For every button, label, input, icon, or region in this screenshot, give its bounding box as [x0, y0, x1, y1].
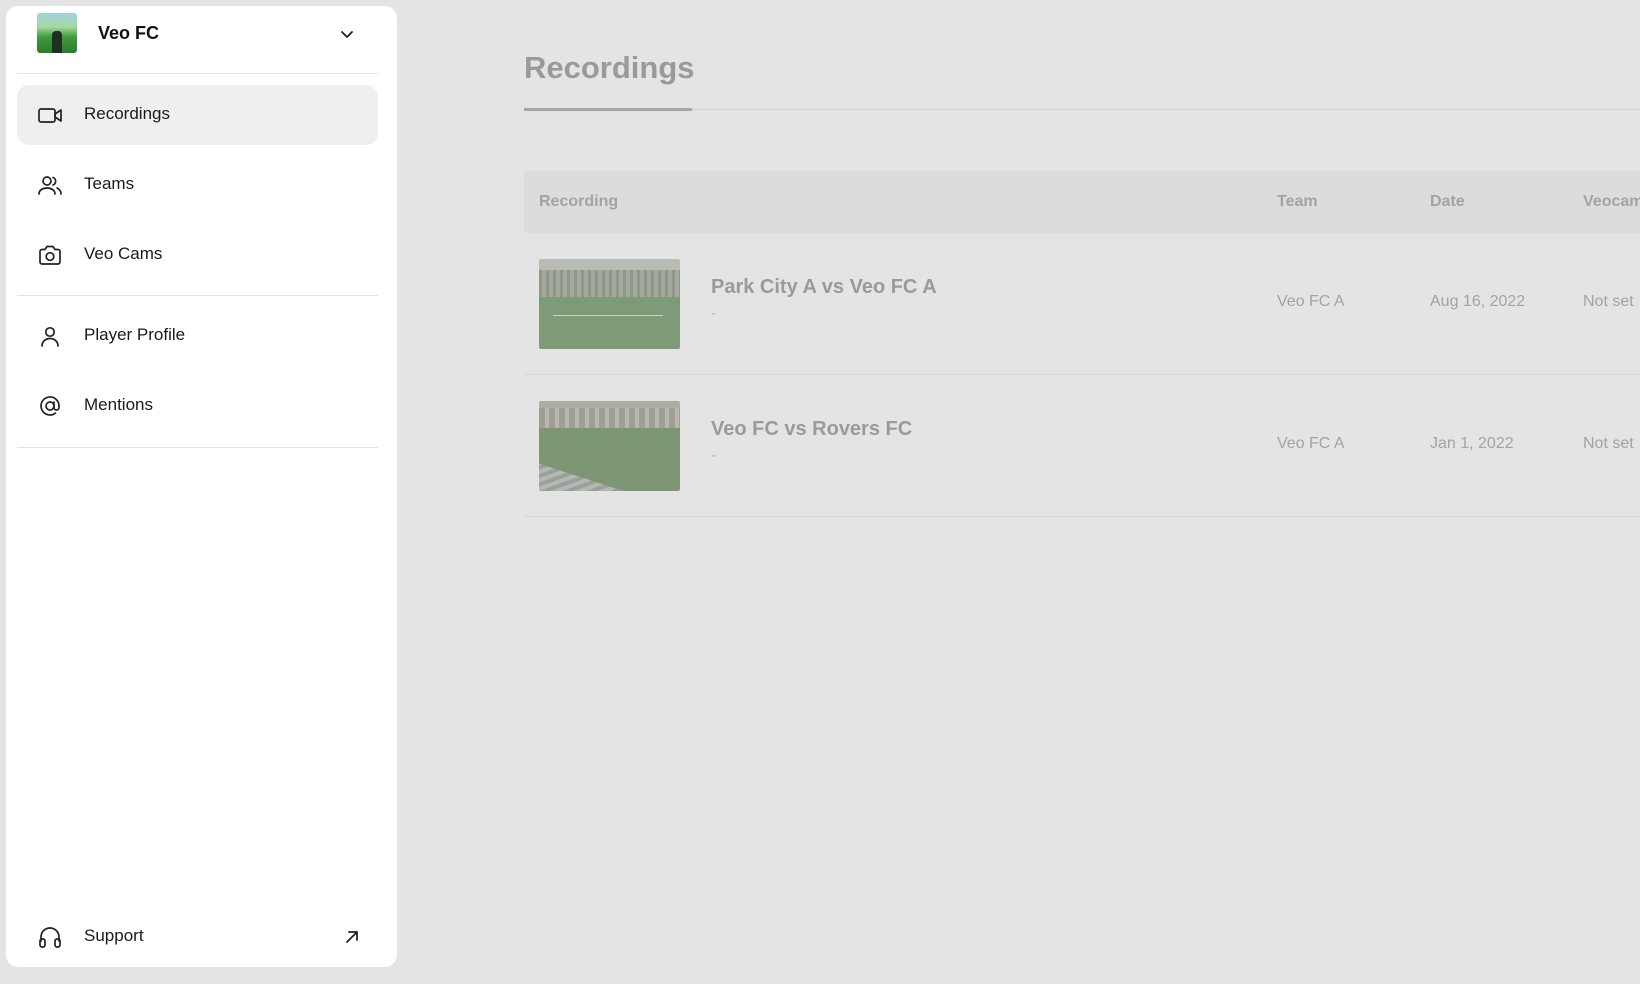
recording-thumbnail[interactable]	[539, 401, 680, 491]
page-header: Recordings	[524, 0, 1640, 111]
table-header: Recording Team Date Veocam	[524, 171, 1640, 233]
title-tab-underline	[524, 108, 692, 111]
sidebar-item-label: Support	[84, 926, 144, 945]
headset-icon	[37, 925, 63, 949]
sidebar-item-veo-cams[interactable]: Veo Cams	[17, 225, 378, 285]
divider	[17, 295, 378, 296]
sidebar-item-teams[interactable]: Teams	[17, 155, 378, 215]
sidebar-item-label: Teams	[84, 174, 135, 193]
video-camera-icon	[37, 103, 63, 127]
recording-subtitle: -	[711, 305, 716, 322]
divider	[17, 447, 378, 448]
recording-team: Veo FC A	[1277, 293, 1345, 310]
recordings-page: Recordings Recording Team Date Veocam Pa…	[524, 0, 1640, 517]
table-row[interactable]: Veo FC vs Rovers FC - Veo FC A Jan 1, 20…	[524, 375, 1640, 517]
club-switcher[interactable]: Veo FC	[6, 6, 397, 73]
sidebar-item-player-profile[interactable]: Player Profile	[17, 306, 378, 366]
users-icon	[37, 173, 63, 197]
sidebar-item-recordings[interactable]: Recordings	[17, 85, 378, 145]
sidebar-item-label: Recordings	[84, 104, 170, 123]
column-header-team[interactable]: Team	[1277, 193, 1318, 211]
recording-title[interactable]: Veo FC vs Rovers FC	[711, 418, 912, 441]
recording-subtitle: -	[711, 447, 716, 464]
club-name: Veo FC	[98, 23, 160, 43]
page-title: Recordings	[524, 50, 695, 85]
camera-icon	[37, 243, 63, 267]
sidebar-item-mentions[interactable]: Mentions	[17, 376, 378, 436]
recording-date: Jan 1, 2022	[1430, 435, 1514, 452]
table-row[interactable]: Park City A vs Veo FC A - Veo FC A Aug 1…	[524, 233, 1640, 375]
recording-team: Veo FC A	[1277, 435, 1345, 452]
sidebar-item-label: Player Profile	[84, 325, 186, 344]
user-icon	[37, 324, 63, 348]
column-header-recording[interactable]: Recording	[539, 193, 618, 211]
recording-thumbnail[interactable]	[539, 259, 680, 349]
recording-veocam: Not set	[1583, 435, 1634, 452]
sidebar: Veo FC Recordings Teams Veo Cams Player …	[6, 6, 397, 967]
column-header-date[interactable]: Date	[1430, 193, 1465, 211]
recordings-table: Recording Team Date Veocam Park City A v…	[524, 171, 1640, 517]
recording-title[interactable]: Park City A vs Veo FC A	[711, 276, 937, 299]
sidebar-item-label: Veo Cams	[84, 244, 163, 263]
recording-veocam: Not set	[1583, 293, 1634, 310]
sidebar-item-label: Mentions	[84, 395, 153, 414]
at-sign-icon	[37, 394, 63, 418]
club-avatar	[37, 13, 77, 53]
external-link-arrow-icon	[342, 927, 362, 947]
recording-date: Aug 16, 2022	[1430, 293, 1526, 310]
column-header-veocam[interactable]: Veocam	[1583, 193, 1640, 211]
divider	[17, 73, 378, 74]
chevron-down-icon[interactable]	[339, 26, 355, 42]
sidebar-item-support[interactable]: Support	[17, 907, 378, 967]
